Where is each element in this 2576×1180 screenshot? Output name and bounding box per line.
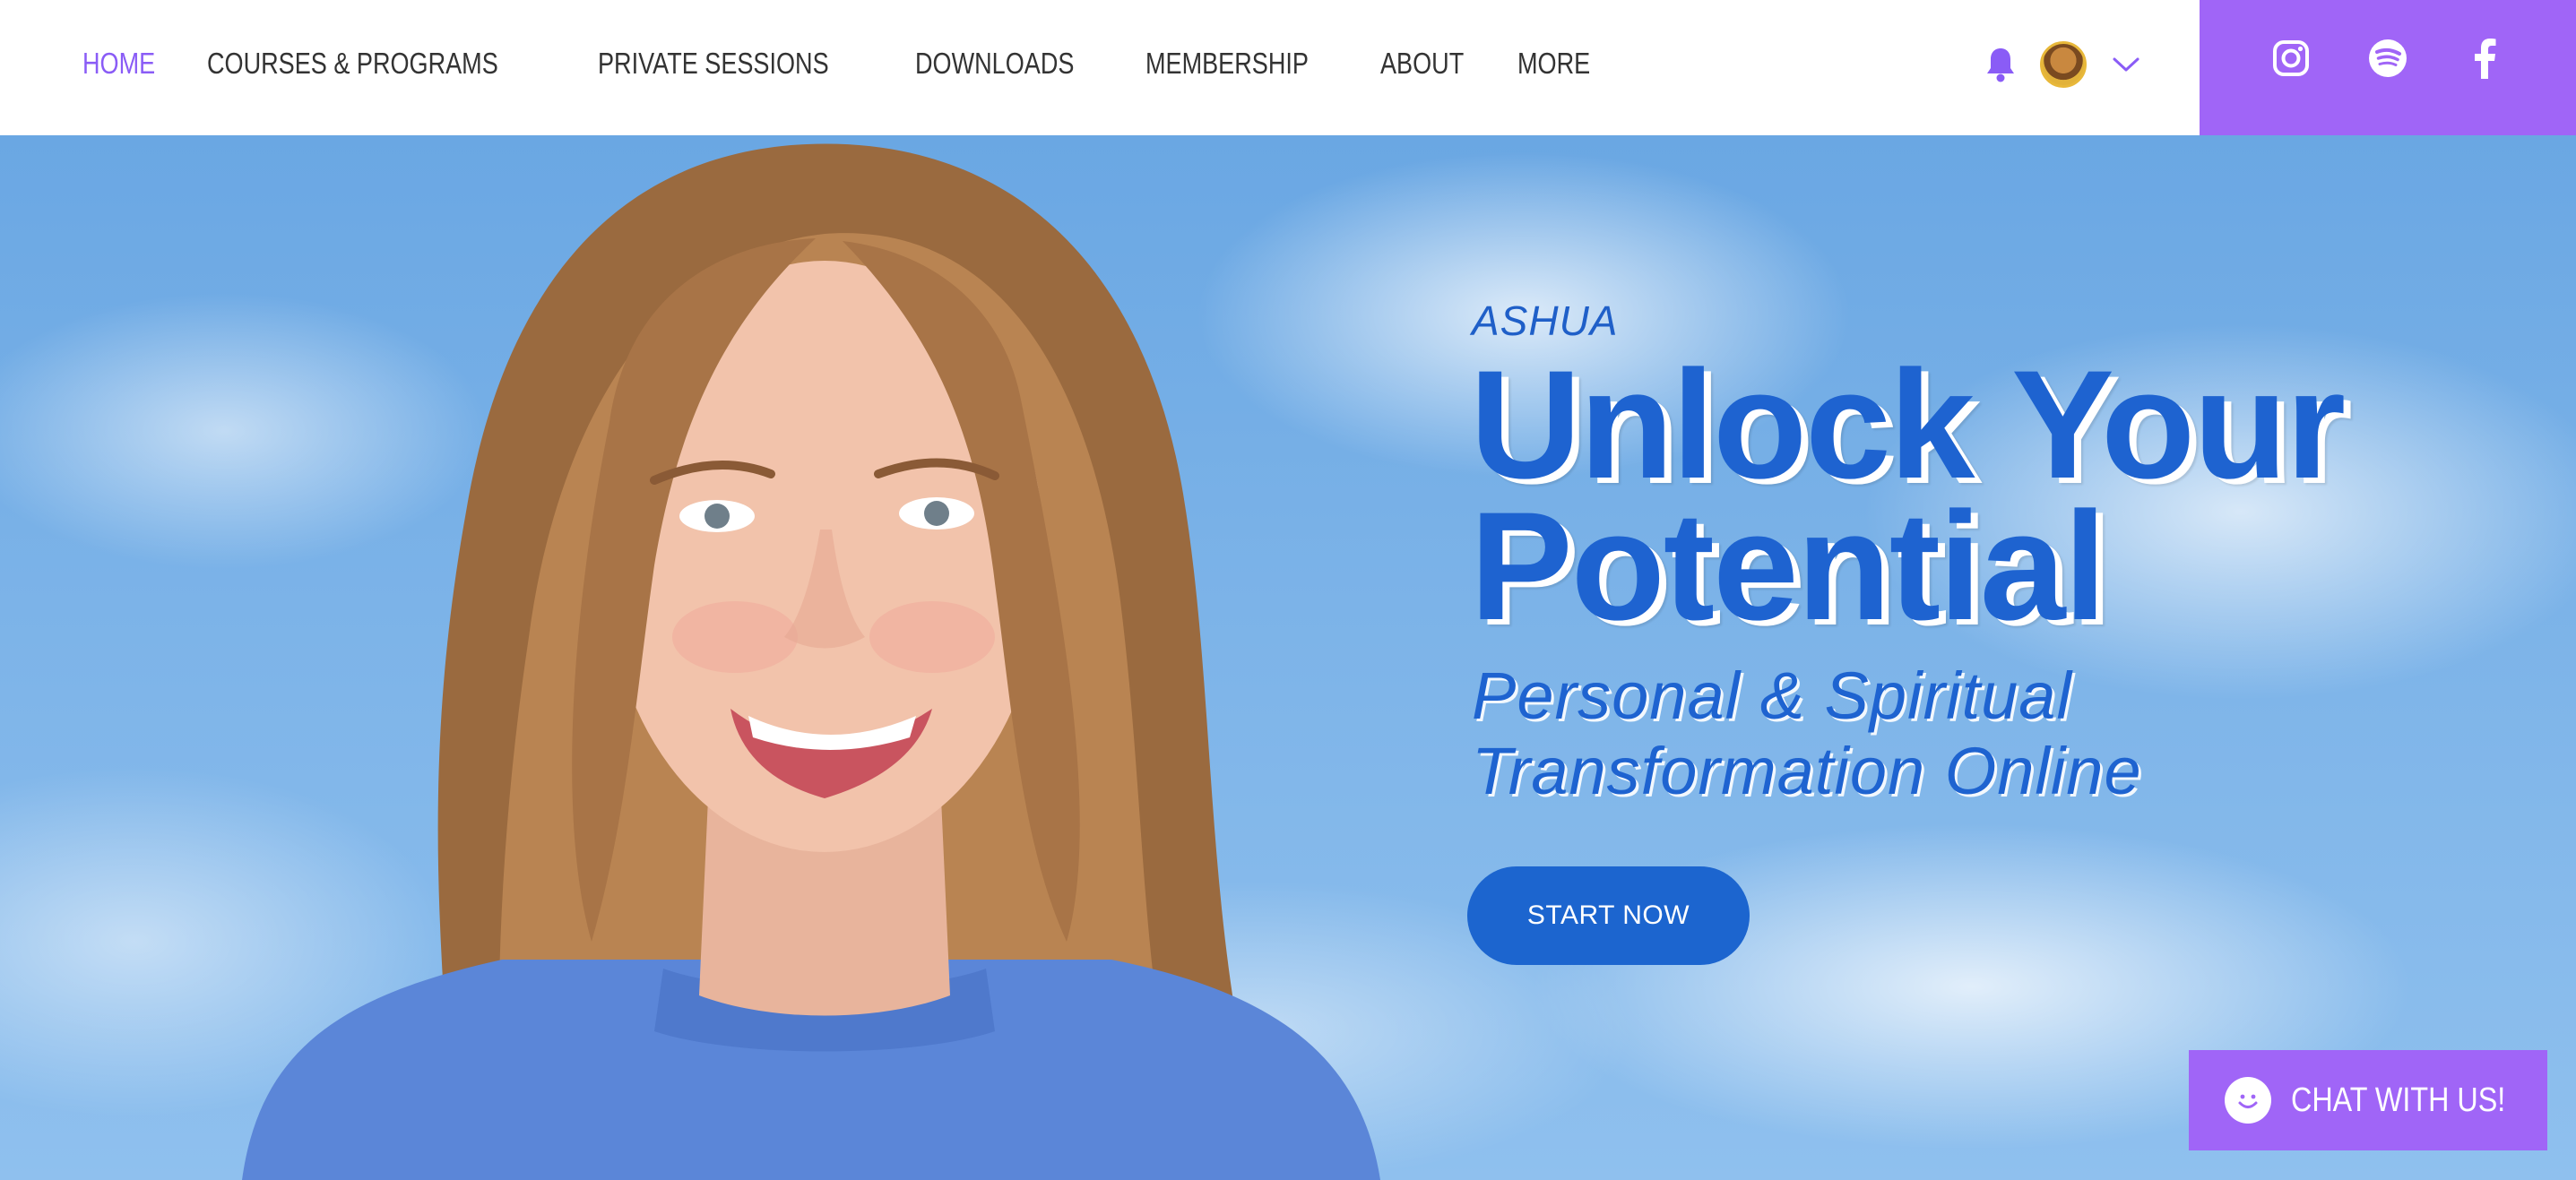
top-navigation-bar: HOME COURSES & PROGRAMS PRIVATE SESSIONS… [0,0,2576,135]
nav-item-courses-programs[interactable]: COURSES & PROGRAMS [207,47,498,81]
hero-portrait-image [242,143,1380,1180]
nav-item-more[interactable]: MORE [1517,47,1590,81]
social-links [2200,0,2576,135]
instagram-icon[interactable] [2270,38,2312,79]
main-nav: HOME COURSES & PROGRAMS PRIVATE SESSIONS… [82,0,1590,127]
start-now-button[interactable]: START NOW [1467,866,1750,965]
nav-item-about[interactable]: ABOUT [1380,47,1464,81]
bell-icon[interactable] [1983,44,2018,85]
chat-widget-button[interactable]: CHAT WITH US! [2189,1050,2547,1150]
hero-eyebrow: ASHUA [1472,297,1619,344]
hero-headline: Unlock Your Potential [1470,348,2501,643]
hero-subheadline-line-1: Personal & Spiritual [1472,659,2072,733]
smiley-icon [2225,1077,2272,1124]
hero-headline-line-2: Potential [1470,480,2106,652]
nav-item-private-sessions[interactable]: PRIVATE SESSIONS [598,47,829,81]
hero-text-block: ASHUA Unlock Your Potential Personal & S… [1470,300,2501,809]
nav-item-membership[interactable]: MEMBERSHIP [1145,47,1309,81]
chevron-down-icon[interactable] [2108,47,2144,82]
hero-subheadline: Personal & Spiritual Transformation Onli… [1472,659,2501,809]
chat-widget-label: CHAT WITH US! [2291,1081,2506,1119]
user-menu [1983,38,2144,91]
facebook-icon[interactable] [2464,38,2505,79]
spotify-icon[interactable] [2367,38,2408,79]
hero-subheadline-line-2: Transformation Online [1472,734,2142,808]
nav-item-downloads[interactable]: DOWNLOADS [915,47,1074,81]
avatar[interactable] [2040,41,2087,88]
hero-section: ASHUA Unlock Your Potential Personal & S… [0,135,2576,1180]
nav-item-home[interactable]: HOME [82,47,155,81]
page: HOME COURSES & PROGRAMS PRIVATE SESSIONS… [0,0,2576,1180]
